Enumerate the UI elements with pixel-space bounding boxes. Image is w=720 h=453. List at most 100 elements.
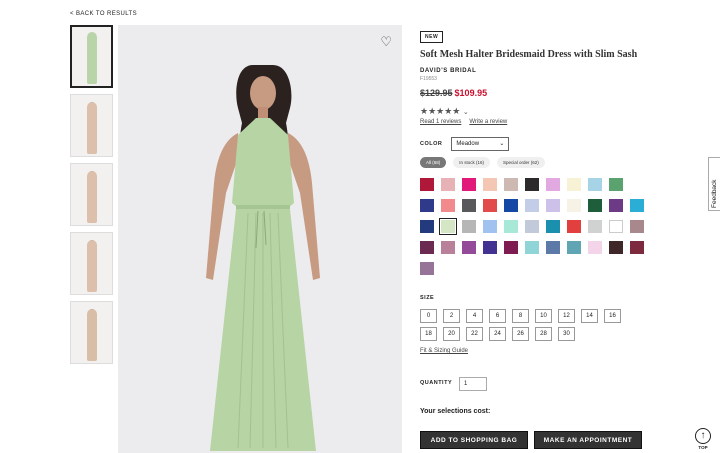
original-price: $129.95 — [420, 88, 453, 98]
size-option[interactable]: 22 — [466, 327, 483, 341]
color-swatch[interactable] — [462, 178, 476, 191]
color-swatch[interactable] — [462, 199, 476, 212]
color-swatch[interactable] — [420, 199, 434, 212]
feedback-tab[interactable]: Feedback — [708, 157, 720, 211]
arrow-up-icon: ↑ — [695, 428, 711, 444]
color-swatch[interactable] — [546, 199, 560, 212]
color-label: COLOR — [420, 141, 443, 147]
thumbnail-3[interactable] — [70, 163, 113, 226]
size-option[interactable]: 8 — [512, 309, 529, 323]
color-swatch[interactable] — [462, 220, 476, 233]
quantity-input[interactable]: 1 — [459, 377, 487, 391]
color-swatch[interactable] — [441, 241, 455, 254]
color-swatch[interactable] — [504, 178, 518, 191]
filter-in-stock[interactable]: In stock (16) — [453, 157, 491, 168]
heart-icon[interactable]: ♡ — [380, 35, 392, 48]
color-swatch[interactable] — [609, 241, 623, 254]
color-swatch[interactable] — [567, 178, 581, 191]
color-swatch[interactable] — [420, 241, 434, 254]
quantity-label: QUANTITY — [420, 380, 453, 386]
read-reviews-link[interactable]: Read 1 reviews — [420, 119, 461, 125]
color-swatch[interactable] — [420, 178, 434, 191]
color-swatch[interactable] — [567, 220, 581, 233]
filter-special-order[interactable]: Special order (62) — [497, 157, 545, 168]
size-option[interactable]: 28 — [535, 327, 552, 341]
thumbnail-5[interactable] — [70, 301, 113, 364]
back-to-top[interactable]: ↑ TOP — [693, 428, 713, 450]
product-title: Soft Mesh Halter Bridesmaid Dress with S… — [420, 49, 638, 60]
color-swatch[interactable] — [504, 199, 518, 212]
feedback-label: Feedback — [711, 179, 718, 208]
color-swatch[interactable] — [504, 241, 518, 254]
fit-sizing-guide-link[interactable]: Fit & Sizing Guide — [420, 348, 468, 354]
color-swatch[interactable] — [483, 178, 497, 191]
color-swatch[interactable] — [439, 218, 457, 235]
add-to-bag-button[interactable]: ADD TO SHOPPING BAG — [420, 431, 528, 449]
brand-name: DAVID'S BRIDAL — [420, 68, 477, 74]
color-swatch[interactable] — [588, 178, 602, 191]
color-swatch[interactable] — [588, 199, 602, 212]
color-swatch[interactable] — [483, 199, 497, 212]
size-option[interactable]: 2 — [443, 309, 460, 323]
color-swatch[interactable] — [609, 220, 623, 233]
size-option[interactable]: 16 — [604, 309, 621, 323]
size-option[interactable]: 10 — [535, 309, 552, 323]
size-option[interactable]: 30 — [558, 327, 575, 341]
filter-all[interactable]: All (68) — [420, 157, 447, 168]
size-option[interactable]: 12 — [558, 309, 575, 323]
top-label: TOP — [698, 445, 708, 450]
sale-price: $109.95 — [454, 88, 488, 98]
color-swatch[interactable] — [588, 220, 602, 233]
color-swatch[interactable] — [483, 220, 497, 233]
color-swatch[interactable] — [525, 241, 539, 254]
size-option[interactable]: 6 — [489, 309, 506, 323]
color-swatch[interactable] — [567, 199, 581, 212]
review-links: Read 1 reviews Write a review — [420, 119, 640, 125]
size-label: SIZE — [420, 295, 435, 301]
write-review-link[interactable]: Write a review — [469, 119, 507, 125]
size-option[interactable]: 24 — [489, 327, 506, 341]
selections-cost-label: Your selections cost: — [420, 408, 491, 415]
color-filter-pills: All (68) In stock (16) Special order (62… — [420, 157, 545, 168]
size-option[interactable]: 20 — [443, 327, 460, 341]
rating[interactable]: ★★★★★ ⌄ — [420, 106, 640, 117]
thumbnail-strip — [70, 25, 113, 370]
thumbnail-1[interactable] — [70, 25, 113, 88]
price-block: $129.95 $109.95 — [420, 88, 640, 98]
color-swatch[interactable] — [630, 241, 644, 254]
color-swatch[interactable] — [525, 220, 539, 233]
color-swatch[interactable] — [546, 241, 560, 254]
color-swatch[interactable] — [504, 220, 518, 233]
thumbnail-2[interactable] — [70, 94, 113, 157]
color-swatch[interactable] — [546, 220, 560, 233]
color-swatch[interactable] — [441, 178, 455, 191]
color-swatch[interactable] — [588, 241, 602, 254]
size-option[interactable]: 4 — [466, 309, 483, 323]
chevron-down-icon[interactable]: ⌄ — [463, 109, 469, 116]
size-option[interactable]: 26 — [512, 327, 529, 341]
thumbnail-4[interactable] — [70, 232, 113, 295]
rating-stars: ★★★★★ — [420, 106, 461, 116]
color-swatch[interactable] — [609, 178, 623, 191]
color-swatch[interactable] — [567, 241, 581, 254]
product-photo: ♡ — [118, 25, 402, 453]
size-option[interactable]: 18 — [420, 327, 437, 341]
color-selector: COLOR Meadow ⌄ — [420, 137, 510, 151]
color-swatch[interactable] — [525, 199, 539, 212]
color-swatch[interactable] — [630, 199, 644, 212]
color-swatch[interactable] — [420, 262, 434, 275]
new-badge: NEW — [420, 31, 444, 43]
color-dropdown[interactable]: Meadow ⌄ — [451, 137, 510, 151]
color-swatch[interactable] — [525, 178, 539, 191]
color-swatch[interactable] — [609, 199, 623, 212]
make-appointment-button[interactable]: MAKE AN APPOINTMENT — [534, 431, 642, 449]
color-swatch[interactable] — [630, 220, 644, 233]
color-swatch[interactable] — [483, 241, 497, 254]
size-option[interactable]: 14 — [581, 309, 598, 323]
size-option[interactable]: 0 — [420, 309, 437, 323]
color-swatch[interactable] — [420, 220, 434, 233]
back-to-results-link[interactable]: < BACK TO RESULTS — [70, 11, 137, 17]
color-swatch[interactable] — [546, 178, 560, 191]
color-swatch[interactable] — [441, 199, 455, 212]
color-swatch[interactable] — [462, 241, 476, 254]
